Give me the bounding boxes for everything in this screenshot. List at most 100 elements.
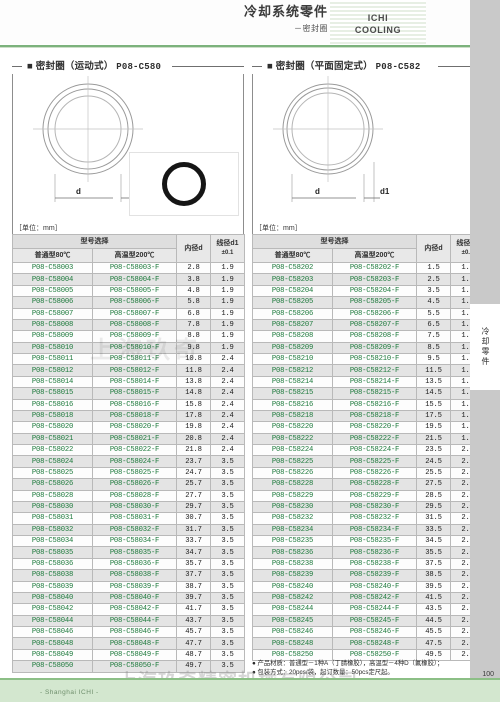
model-normal: P08-C58204 (252, 284, 333, 298)
model-high-temp: P08-C58040-F (92, 591, 177, 605)
table-row: P08-C58044 P08-C58044-F 43.7 3.5 (12, 614, 245, 628)
model-high-temp: P08-C58042-F (92, 603, 177, 616)
model-high-temp: P08-C58202-F (332, 261, 417, 275)
table-row: P08-C58012 P08-C58012-F 11.8 2.4 (12, 364, 245, 377)
inner-diameter: 25.7 (176, 478, 211, 491)
inner-diameter: 43.7 (176, 614, 211, 628)
model-high-temp: P08-C58006-F (92, 296, 177, 309)
inner-diameter: 4.8 (176, 284, 211, 298)
model-normal: P08-C58210 (252, 352, 333, 366)
model-high-temp: P08-C58025-F (92, 466, 177, 480)
model-normal: P08-C58225 (252, 455, 333, 468)
model-high-temp: P08-C58014-F (92, 375, 177, 389)
header-high-temp-type-right: 高温型200℃ (332, 248, 417, 263)
panel-left: ■ 密封圈（运动式） P08-C580 d d1 (12, 58, 245, 673)
header-inner-dia-right: 内径d (416, 234, 451, 263)
wire-diameter: 3.5 (210, 557, 245, 571)
wire-diameter: 1.9 (210, 307, 245, 320)
model-normal: P08-C58216 (252, 398, 333, 411)
wire-diameter: 3.5 (210, 591, 245, 605)
wire-diameter: 1.9 (210, 330, 245, 343)
model-high-temp: P08-C58020-F (92, 421, 177, 434)
model-high-temp: P08-C58011-F (92, 352, 177, 366)
header-model-group-left: 型号选择 (12, 234, 177, 249)
model-normal: P08-C58050 (12, 660, 93, 673)
oring-shape (162, 162, 206, 206)
wire-diameter: 3.5 (210, 603, 245, 616)
table-row: P08-C58234 P08-C58234-F 33.5 2.0 (252, 523, 485, 537)
model-normal: P08-C58010 (12, 341, 93, 355)
model-high-temp: P08-C58235-F (332, 534, 417, 548)
model-high-temp: P08-C58031-F (92, 512, 177, 525)
wire-diameter: 3.5 (210, 648, 245, 662)
table-row: P08-C58207 P08-C58207-F 6.5 1.5 (252, 318, 485, 332)
model-normal: P08-C58042 (12, 603, 93, 616)
inner-diameter: 19.5 (416, 421, 451, 434)
table-row: P08-C58005 P08-C58005-F 4.8 1.9 (12, 284, 245, 298)
table-row: P08-C58030 P08-C58030-F 29.7 3.5 (12, 500, 245, 514)
inner-diameter: 28.5 (416, 489, 451, 502)
model-normal: P08-C58246 (252, 625, 333, 639)
model-normal: P08-C58224 (252, 443, 333, 457)
inner-diameter: 7.5 (416, 330, 451, 343)
table-row: P08-C58209 P08-C58209-F 8.5 1.5 (252, 341, 485, 355)
wire-diameter: 3.5 (210, 660, 245, 673)
wire-diameter: 3.5 (210, 466, 245, 480)
model-normal: P08-C58003 (12, 261, 93, 275)
catalog-page: 冷却系统零件 －密封圈 ICHI COOLING ■ 密封圈（运动式） P08-… (0, 0, 500, 702)
inner-diameter: 33.5 (416, 523, 451, 537)
model-normal: P08-C58026 (12, 478, 93, 491)
model-high-temp: P08-C58216-F (332, 398, 417, 411)
table-row: P08-C58042 P08-C58042-F 41.7 3.5 (12, 603, 245, 616)
inner-diameter: 23.5 (416, 443, 451, 457)
inner-diameter: 5.8 (176, 296, 211, 309)
model-high-temp: P08-C58009-F (92, 330, 177, 343)
model-normal: P08-C58039 (12, 580, 93, 593)
inner-diameter: 15.5 (416, 398, 451, 411)
model-normal: P08-C58038 (12, 569, 93, 582)
brand-badge: ICHI COOLING (330, 0, 426, 48)
model-normal: P08-C58226 (252, 466, 333, 480)
model-normal: P08-C58011 (12, 352, 93, 366)
model-normal: P08-C58248 (252, 637, 333, 650)
side-tab-cooling-parts[interactable]: 冷却零件 (470, 304, 500, 390)
panel-left-diagram: d d1 ［单位：mm］ (12, 74, 244, 234)
model-high-temp: P08-C58207-F (332, 318, 417, 332)
table-row: P08-C58034 P08-C58034-F 33.7 3.5 (12, 534, 245, 548)
model-high-temp: P08-C58008-F (92, 318, 177, 332)
inner-diameter: 24.7 (176, 466, 211, 480)
model-high-temp: P08-C58226-F (332, 466, 417, 480)
model-normal: P08-C58022 (12, 443, 93, 457)
model-high-temp: P08-C58222-F (332, 432, 417, 446)
model-normal: P08-C58024 (12, 455, 93, 468)
table-row: P08-C58015 P08-C58015-F 14.8 2.4 (12, 387, 245, 400)
inner-diameter: 20.8 (176, 432, 211, 446)
model-high-temp: P08-C58204-F (332, 284, 417, 298)
wire-diameter: 2.4 (210, 364, 245, 377)
inner-diameter: 19.8 (176, 421, 211, 434)
panel-left-heading: ■ 密封圈（运动式） P08-C580 (24, 58, 165, 72)
model-normal: P08-C58034 (12, 534, 93, 548)
inner-diameter: 37.5 (416, 557, 451, 571)
model-normal: P08-C58015 (12, 387, 93, 400)
dimension-label-d1-2: d1 (380, 187, 390, 196)
inner-diameter: 35.7 (176, 557, 211, 571)
model-normal: P08-C58239 (252, 569, 333, 582)
model-high-temp: P08-C58238-F (332, 557, 417, 571)
table-row: P08-C58204 P08-C58204-F 3.5 1.5 (252, 284, 485, 298)
model-high-temp: P08-C58015-F (92, 387, 177, 400)
table-row: P08-C58216 P08-C58216-F 15.5 1.5 (252, 398, 485, 411)
model-normal: P08-C58230 (252, 500, 333, 514)
model-high-temp: P08-C58035-F (92, 546, 177, 559)
model-normal: P08-C58009 (12, 330, 93, 343)
panel-right-name: 密封圈（平面固定式） (275, 61, 373, 72)
wire-diameter: 2.4 (210, 398, 245, 411)
header-normal-type-left: 普通型80℃ (12, 248, 93, 263)
table-row: P08-C58010 P08-C58010-F 9.8 1.9 (12, 341, 245, 355)
inner-diameter: 47.5 (416, 637, 451, 650)
model-normal: P08-C58242 (252, 591, 333, 605)
model-high-temp: P08-C58038-F (92, 569, 177, 582)
model-normal: P08-C58004 (12, 273, 93, 286)
table-row: P08-C58229 P08-C58229-F 28.5 2.0 (252, 489, 485, 502)
table-row: P08-C58011 P08-C58011-F 10.8 2.4 (12, 352, 245, 366)
